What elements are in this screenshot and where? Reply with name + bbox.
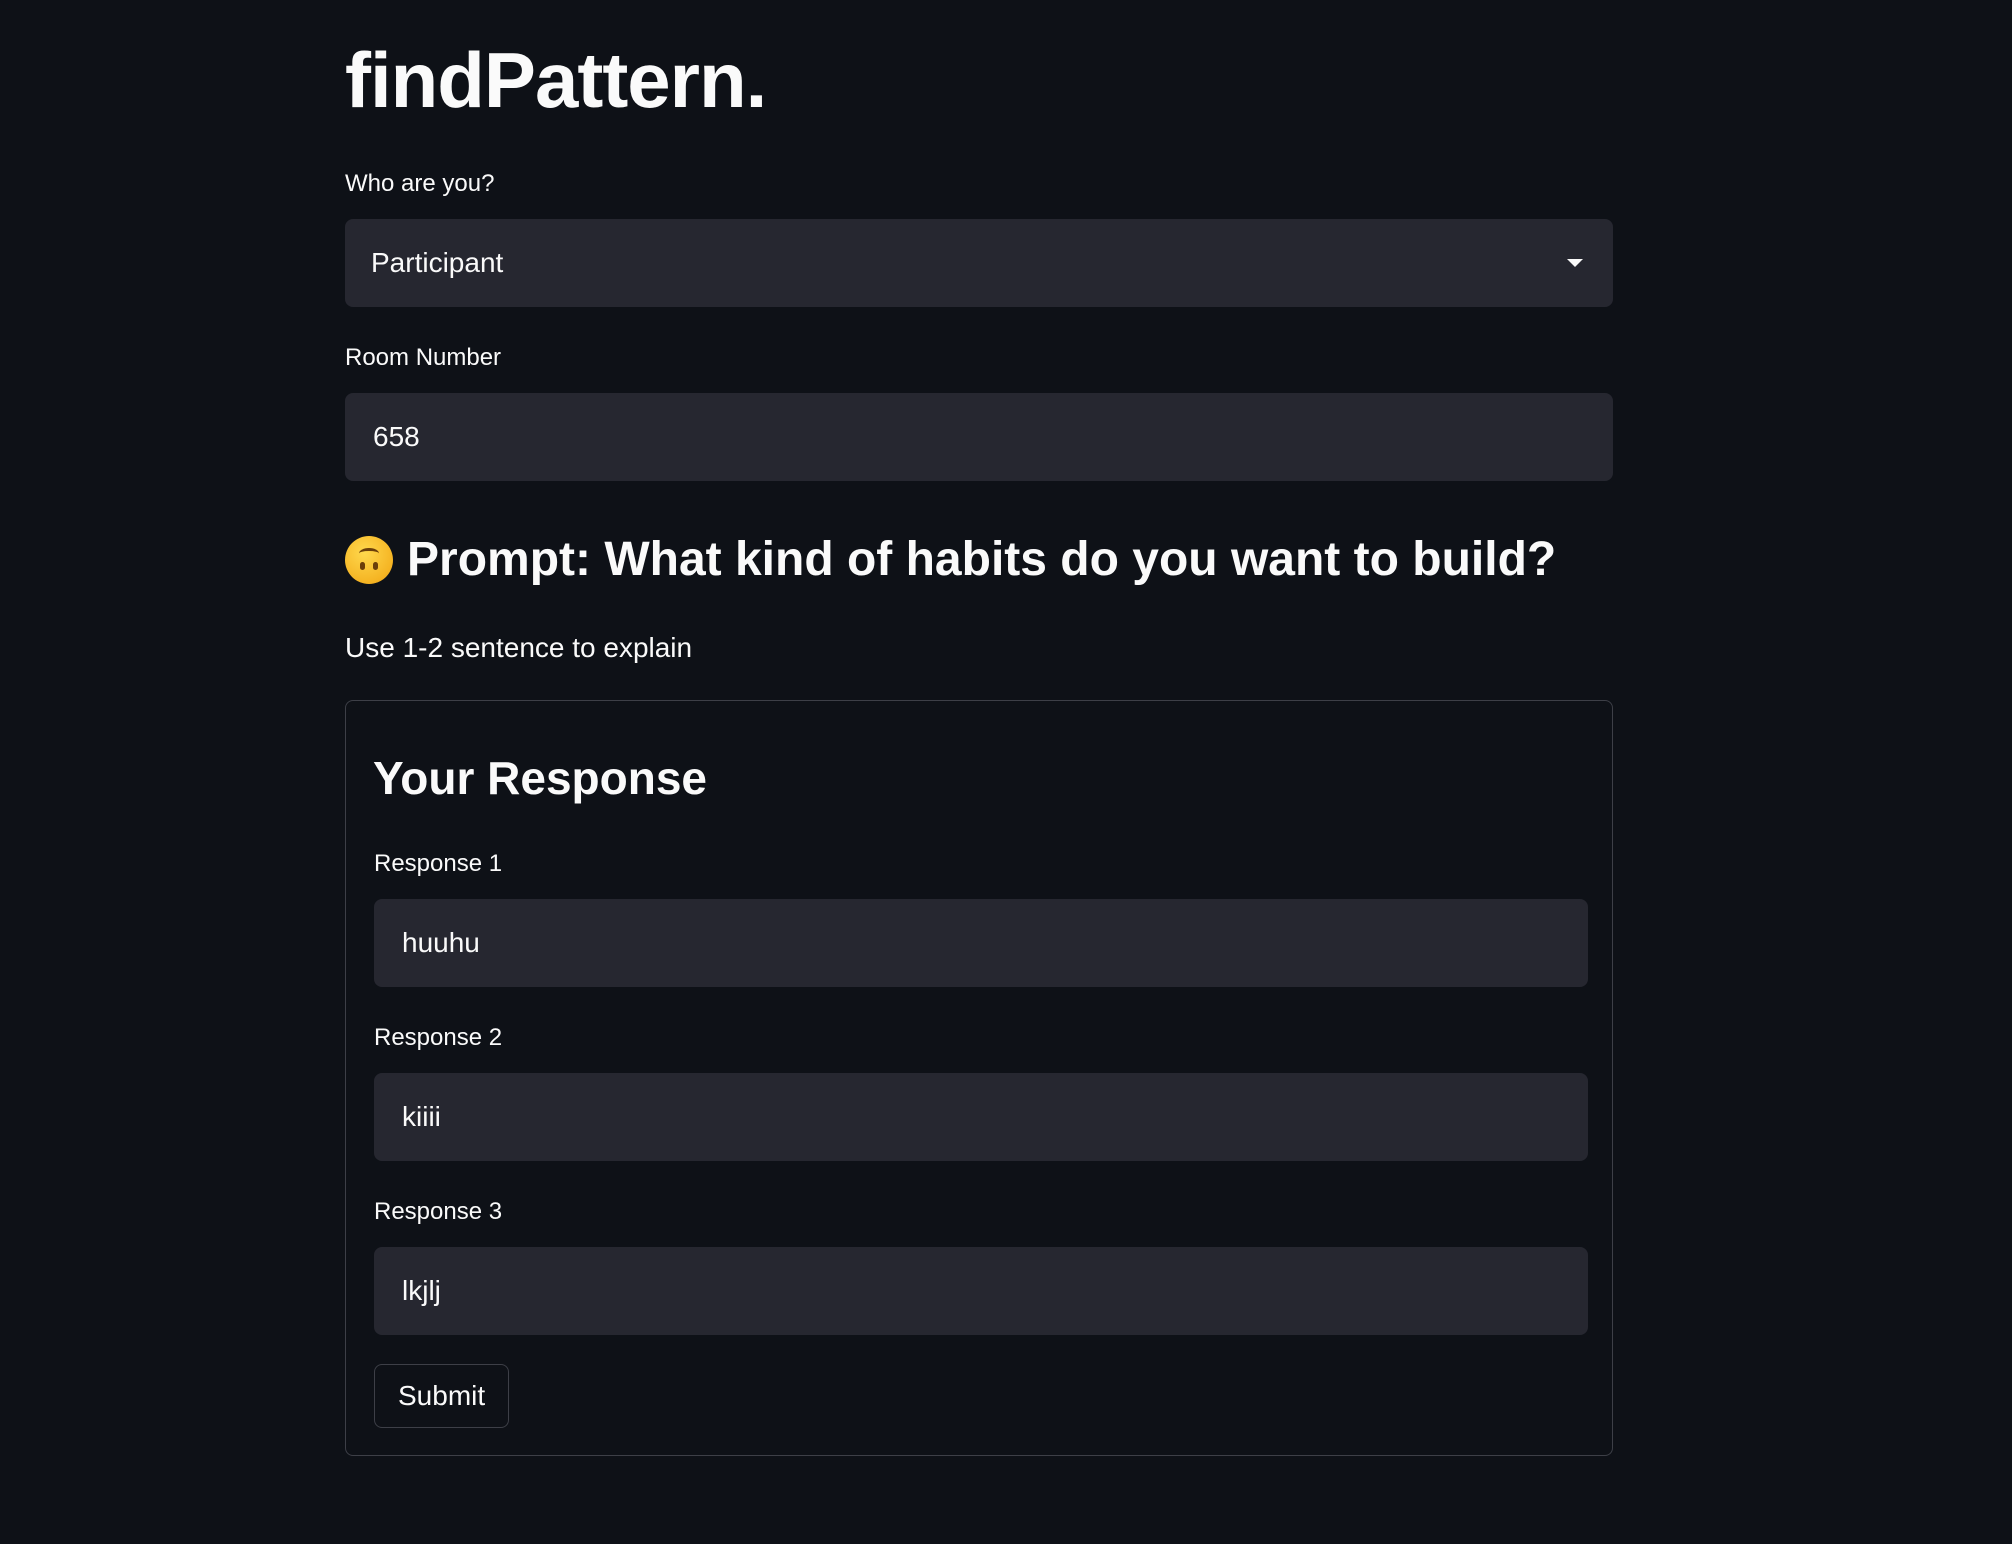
form-title: Your Response <box>373 752 707 804</box>
page: findPattern. Who are you? Participant Ro… <box>0 0 2012 1544</box>
response-2-field[interactable] <box>374 1073 1588 1161</box>
room-number-label: Room Number <box>345 344 502 371</box>
room-number-input[interactable] <box>373 421 1613 453</box>
upside-down-face-icon <box>345 536 393 584</box>
response-3-field[interactable] <box>374 1247 1588 1335</box>
response-3-label: Response 3 <box>374 1198 503 1225</box>
submit-button[interactable]: Submit <box>374 1364 510 1428</box>
role-label: Who are you? <box>345 170 495 197</box>
role-select[interactable]: Participant <box>345 219 1613 307</box>
response-2-label: Response 2 <box>374 1024 503 1051</box>
response-1-field[interactable] <box>374 899 1588 987</box>
chevron-down-icon[interactable] <box>1567 259 1583 267</box>
room-number-field[interactable] <box>345 393 1613 481</box>
app-title: findPattern. <box>345 36 767 124</box>
role-select-value: Participant <box>371 247 504 278</box>
response-2-input[interactable] <box>402 1101 1588 1133</box>
prompt-heading-text: Prompt: What kind of habits do you want … <box>407 533 1557 586</box>
response-3-input[interactable] <box>402 1275 1588 1307</box>
prompt-instruction: Use 1-2 sentence to explain <box>345 632 693 663</box>
prompt-heading: Prompt: What kind of habits do you want … <box>345 528 1556 592</box>
response-1-label: Response 1 <box>374 850 503 877</box>
response-1-input[interactable] <box>402 927 1588 959</box>
